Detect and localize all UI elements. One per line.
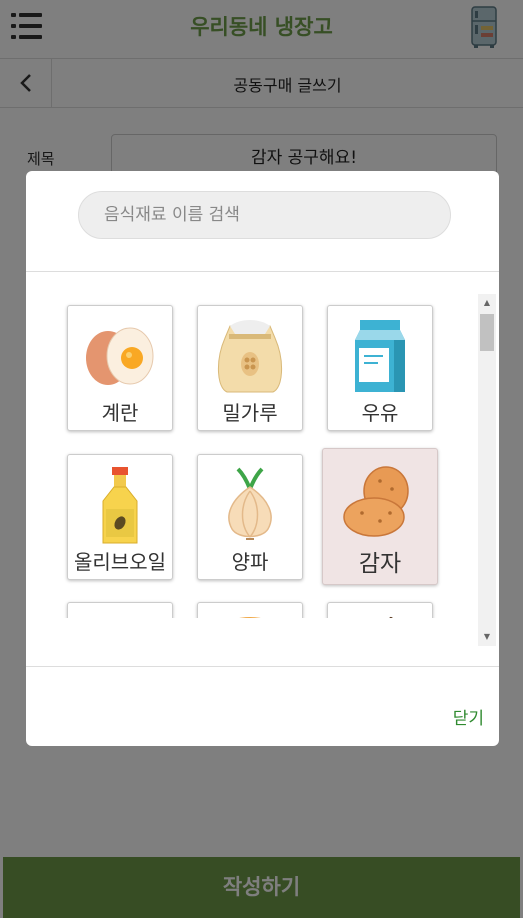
ingredient-grid[interactable]: 계란 밀가루 우유 올리브오일 양파 감자 [26,272,499,618]
scroll-down-arrow-icon[interactable]: ▼ [478,628,496,646]
scroll-up-arrow-icon[interactable]: ▲ [478,294,496,312]
ingredient-tile-sweet-potato[interactable] [197,602,303,618]
close-button[interactable]: 닫기 [453,704,484,729]
ingredient-tile-potato[interactable]: 감자 [322,448,438,585]
milk-icon [355,320,405,392]
sugar-icon [82,617,158,618]
ingredient-tile-olive-oil[interactable]: 올리브오일 [67,454,173,580]
ingredient-label: 감자 [358,551,402,577]
flour-icon [218,320,282,393]
ingredient-tile-milk[interactable]: 우유 [327,305,433,431]
egg-icon [86,327,154,385]
ingredient-tile-sugar[interactable] [67,602,173,618]
potato-icon [343,466,409,537]
ingredient-tile-egg[interactable]: 계란 [67,305,173,431]
ingredient-tile-onion[interactable]: 양파 [197,454,303,580]
onion-icon [228,467,272,540]
sweet-potato-icon [239,617,261,618]
ingredient-label: 밀가루 [222,401,278,425]
olive-oil-icon [102,467,138,544]
ingredient-tile-chopsticks[interactable] [327,602,433,618]
ingredient-label: 계란 [101,401,139,425]
grid-scrollbar[interactable]: ▲ ▼ [478,294,496,646]
ingredient-search-input[interactable]: 음식재료 이름 검색 [78,191,451,239]
divider [26,666,499,667]
chopsticks-icon [389,617,393,618]
ingredient-label: 올리브오일 [74,550,166,574]
ingredient-label: 양파 [231,550,269,574]
ingredient-picker-modal: 음식재료 이름 검색 계란 밀가루 우유 올리브오일 양파 감자 ▲ ▼ 닫기 [26,171,499,746]
scroll-thumb[interactable] [480,314,494,351]
ingredient-tile-flour[interactable]: 밀가루 [197,305,303,431]
ingredient-label: 우유 [361,401,399,425]
